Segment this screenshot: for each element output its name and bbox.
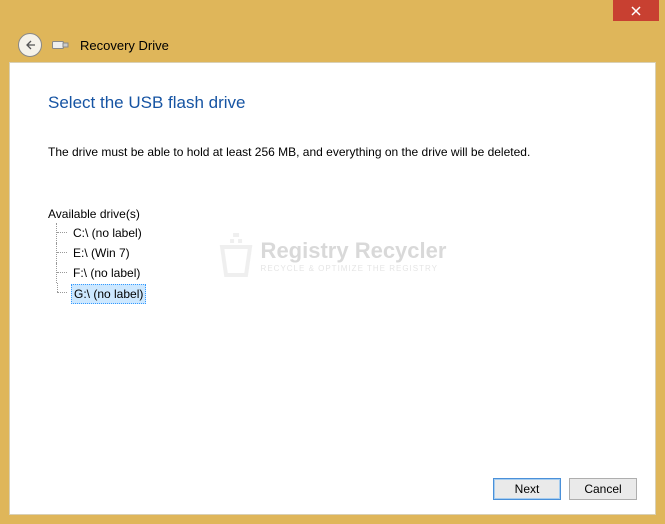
drives-list: C:\ (no label) E:\ (Win 7) F:\ (no label…	[56, 223, 149, 305]
button-bar: Next Cancel	[493, 478, 637, 500]
recycler-icon	[219, 233, 253, 277]
close-button[interactable]	[613, 0, 659, 21]
instruction-text: The drive must be able to hold at least …	[48, 145, 617, 159]
drive-item[interactable]: F:\ (no label)	[56, 263, 149, 283]
drive-item[interactable]: C:\ (no label)	[56, 223, 149, 243]
watermark: Registry Recycler Recycle & Optimize The…	[219, 233, 447, 277]
available-drives: Available drive(s) C:\ (no label) E:\ (W…	[48, 207, 149, 305]
content-panel: Select the USB flash drive The drive mus…	[9, 62, 656, 515]
back-button[interactable]	[18, 33, 42, 57]
drive-icon	[52, 39, 70, 51]
close-icon	[631, 6, 641, 16]
drives-label: Available drive(s)	[48, 207, 149, 221]
page-heading: Select the USB flash drive	[48, 93, 245, 113]
cancel-button[interactable]: Cancel	[569, 478, 637, 500]
back-arrow-icon	[24, 39, 36, 51]
next-button[interactable]: Next	[493, 478, 561, 500]
drive-item[interactable]: G:\ (no label)	[56, 283, 149, 305]
wizard-header: Recovery Drive	[18, 33, 647, 57]
window-title: Recovery Drive	[80, 38, 169, 53]
watermark-subtitle: Recycle & Optimize The Registry	[261, 264, 447, 273]
drive-item[interactable]: E:\ (Win 7)	[56, 243, 149, 263]
watermark-title: Registry Recycler	[261, 238, 447, 264]
